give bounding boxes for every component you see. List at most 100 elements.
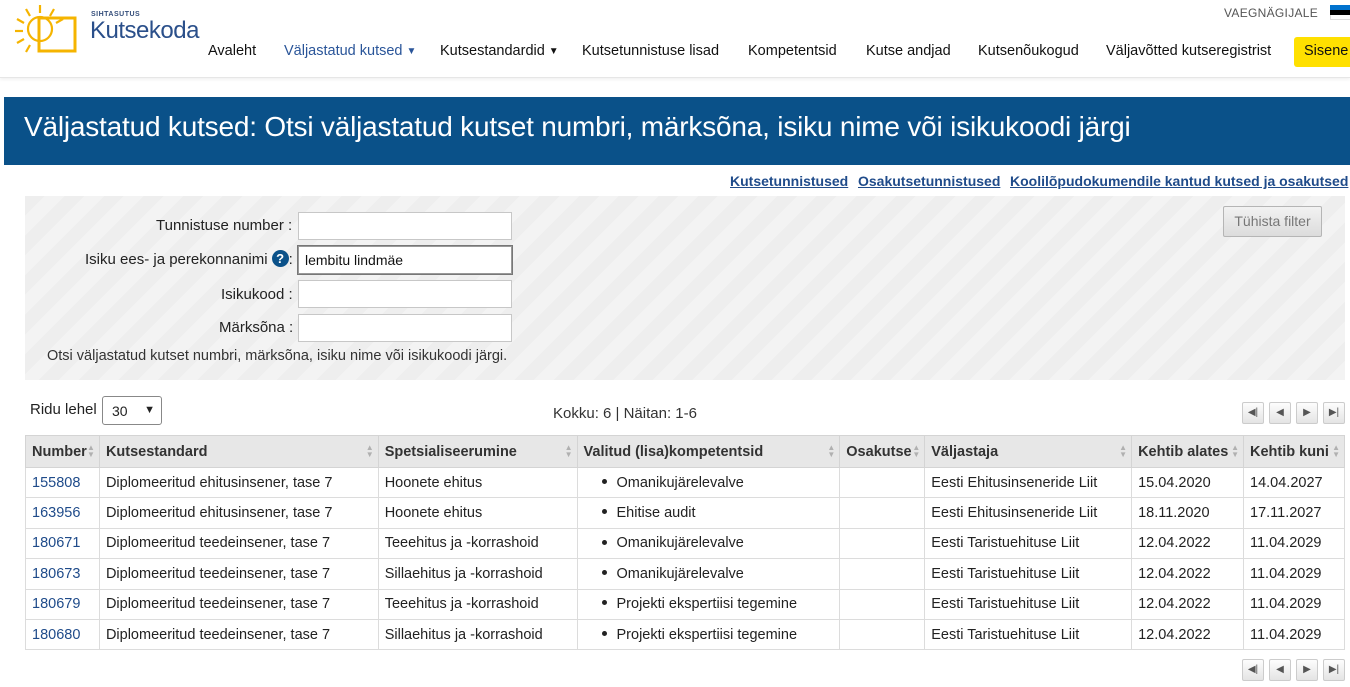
table-cell: Eesti Taristuehituse Liit xyxy=(924,558,1133,590)
cell-text: Omanikujärelevalve xyxy=(616,535,744,552)
table-cell: Diplomeeritud ehitusinsener, tase 7 xyxy=(98,466,379,499)
cell-text: Teeehitus ja -korrashoid xyxy=(384,535,539,552)
nav-kutsenoukogud[interactable]: Kutsenõukogud xyxy=(978,43,1079,59)
cell-text: 180673 xyxy=(32,565,81,582)
last-page-button[interactable]: ▶| xyxy=(1323,659,1345,681)
nav-kutsetunnistuse-lisad[interactable]: Kutsetunnistuse lisad xyxy=(582,43,719,59)
accessibility-link[interactable]: VAEGNÄGIJALE xyxy=(1224,6,1318,20)
column-header[interactable]: Väljastaja ▲ ▼ xyxy=(924,435,1133,468)
column-header[interactable]: Kehtib alates ▲ ▼ xyxy=(1131,435,1244,468)
keyword-input[interactable] xyxy=(298,314,512,342)
table-row: 163956 Diplomeeritud ehitusinsener, tase … xyxy=(25,497,1345,529)
help-icon[interactable]: ? xyxy=(271,250,289,267)
table-cell: 12.04.2022 xyxy=(1131,527,1244,560)
chevron-down-icon: ▼ xyxy=(548,46,559,57)
link-kutsetunnistused[interactable]: Kutsetunnistused xyxy=(730,173,848,189)
cell-text: 11.04.2029 xyxy=(1250,535,1322,552)
certificate-number-link[interactable]: 163956 xyxy=(25,497,100,529)
column-header-label: Valitud (lisa)kompetentsid xyxy=(583,443,764,460)
cell-text: 180680 xyxy=(32,626,81,643)
nav-kutsestandardid[interactable]: Kutsestandardid ▼ xyxy=(440,43,559,59)
personal-code-input[interactable] xyxy=(298,280,512,308)
category-links: Kutsetunnistused Osakutsetunnistused Koo… xyxy=(0,173,1350,191)
column-header[interactable]: Kehtib kuni ▲ ▼ xyxy=(1243,435,1345,468)
table-cell xyxy=(839,588,926,620)
last-page-button[interactable]: ▶| xyxy=(1323,402,1345,424)
table-cell: 18.11.2020 xyxy=(1131,497,1244,529)
table-cell: Eesti Taristuehituse Liit xyxy=(924,588,1133,620)
certificate-number-link[interactable]: 180680 xyxy=(25,618,100,651)
certificate-number-link[interactable]: 180673 xyxy=(25,558,100,590)
nav-avaleht[interactable]: Avaleht xyxy=(208,43,256,59)
cell-text: Eesti Ehitusinseneride Liit xyxy=(931,474,1098,491)
sort-icon: ▲ ▼ xyxy=(1332,443,1340,459)
table-cell xyxy=(839,558,926,590)
certificate-number-link[interactable]: 155808 xyxy=(25,466,100,499)
first-page-button[interactable]: ◀| xyxy=(1242,402,1264,424)
table-cell: 12.04.2022 xyxy=(1131,558,1244,590)
table-cell: Sillaehitus ja -korrashoid xyxy=(377,558,578,590)
table-cell: Omanikujärelevalve xyxy=(576,527,841,560)
nav-valjastatud-kutsed[interactable]: Väljastatud kutsed ▼ xyxy=(284,43,416,59)
column-header[interactable]: Valitud (lisa)kompetentsid ▲ ▼ xyxy=(576,435,841,468)
table-cell xyxy=(839,497,926,529)
bullet-icon xyxy=(601,570,607,576)
chevron-down-icon: ▼ xyxy=(406,46,417,57)
bullet-icon xyxy=(601,478,607,484)
cell-text: Hoonete ehitus xyxy=(384,474,483,491)
table-cell: 11.04.2029 xyxy=(1243,558,1345,590)
cell-text: Eesti Taristuehituse Liit xyxy=(931,626,1080,643)
cell-text: 12.04.2022 xyxy=(1138,626,1211,643)
cell-text: 11.04.2029 xyxy=(1250,596,1322,613)
column-header[interactable]: Spetsialiseerumine ▲ ▼ xyxy=(377,435,578,468)
column-header[interactable]: Osakutse ▲ ▼ xyxy=(839,435,926,468)
table-cell: Teeehitus ja -korrashoid xyxy=(377,527,578,560)
next-page-button[interactable]: ▶ xyxy=(1296,659,1318,681)
cert-number-input[interactable] xyxy=(298,212,512,240)
cell-text: 180671 xyxy=(32,535,81,552)
cell-text: Diplomeeritud ehitusinsener, tase 7 xyxy=(105,474,333,491)
bullet-icon xyxy=(601,539,607,545)
table-cell: Omanikujärelevalve xyxy=(576,466,841,499)
page-title: Väljastatud kutsed: Otsi väljastatud kut… xyxy=(24,111,1131,142)
table-cell: Eesti Taristuehituse Liit xyxy=(924,527,1133,560)
prev-page-button[interactable]: ◀ xyxy=(1269,402,1291,424)
table-cell: Sillaehitus ja -korrashoid xyxy=(377,618,578,651)
cell-text: Eesti Ehitusinseneride Liit xyxy=(931,505,1098,522)
table-cell: 12.04.2022 xyxy=(1131,588,1244,620)
rows-per-page-select[interactable]: 30 ▼ xyxy=(102,396,162,425)
column-header[interactable]: Number ▲ ▼ xyxy=(25,435,100,468)
person-name-input[interactable] xyxy=(298,246,512,274)
link-osakutsetunnistused[interactable]: Osakutsetunnistused xyxy=(858,173,1000,189)
table-cell: 12.04.2022 xyxy=(1131,618,1244,651)
table-cell: Diplomeeritud teedeinsener, tase 7 xyxy=(98,588,379,620)
cell-text: Hoonete ehitus xyxy=(384,505,483,522)
prev-page-button[interactable]: ◀ xyxy=(1269,659,1291,681)
main-nav: Avaleht Väljastatud kutsed ▼ Kutsestandar… xyxy=(0,43,1350,63)
next-page-button[interactable]: ▶ xyxy=(1296,402,1318,424)
login-button[interactable]: Sisene xyxy=(1294,37,1350,67)
nav-kutse-andjad[interactable]: Kutse andjad xyxy=(866,43,951,59)
certificate-number-link[interactable]: 180679 xyxy=(25,588,100,620)
table-row: 180680 Diplomeeritud teedeinsener, tase 7… xyxy=(25,618,1345,651)
first-page-button[interactable]: ◀| xyxy=(1242,659,1264,681)
certificate-number-link[interactable]: 180671 xyxy=(25,527,100,560)
column-header-label: Kehtib alates xyxy=(1138,443,1229,460)
nav-valjavotted[interactable]: Väljavõtted kutseregistrist xyxy=(1106,43,1271,59)
bullet-icon xyxy=(601,630,607,636)
clear-filter-button[interactable]: Tühista filter xyxy=(1223,206,1322,237)
cell-text: Projekti ekspertiisi tegemine xyxy=(616,626,798,643)
table-cell: Eesti Taristuehituse Liit xyxy=(924,618,1133,651)
estonian-flag-icon[interactable] xyxy=(1330,5,1350,20)
sort-icon: ▲ ▼ xyxy=(1231,443,1239,459)
link-koolilopudokumendid[interactable]: Koolilõpudokumendile kantud kutsed ja os… xyxy=(1010,173,1348,189)
table-cell: Diplomeeritud teedeinsener, tase 7 xyxy=(98,527,379,560)
table-row: 180673 Diplomeeritud teedeinsener, tase 7… xyxy=(25,558,1345,590)
nav-kompetentsid[interactable]: Kompetentsid xyxy=(748,43,837,59)
column-header[interactable]: Kutsestandard ▲ ▼ xyxy=(98,435,379,468)
cell-text: Teeehitus ja -korrashoid xyxy=(384,596,539,613)
table-cell: 11.04.2029 xyxy=(1243,618,1345,651)
cell-text: 14.04.2027 xyxy=(1250,474,1323,491)
cell-text: 11.04.2029 xyxy=(1250,626,1322,643)
rows-per-page-label: Ridu lehel xyxy=(30,401,97,418)
